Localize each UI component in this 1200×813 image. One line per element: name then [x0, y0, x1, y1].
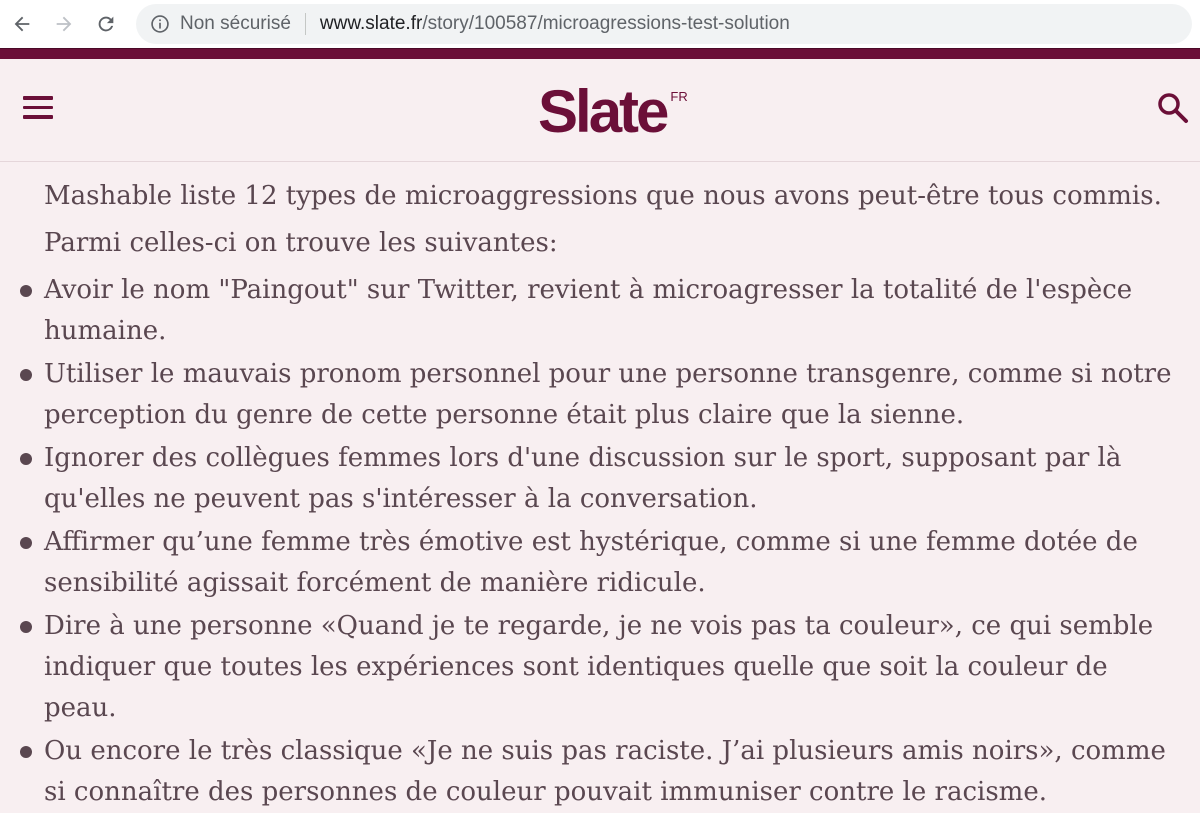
logo-text: Slate	[538, 78, 669, 145]
list-item: Utiliser le mauvais pronom personnel pou…	[20, 354, 1180, 436]
intro-paragraph-2: Parmi celles-ci on trouve les suivantes:	[44, 228, 558, 258]
brand-accent-bar	[0, 48, 1200, 59]
search-icon[interactable]	[1156, 91, 1190, 125]
list-item: Avoir le nom "Paingout" sur Twitter, rev…	[20, 270, 1180, 352]
address-separator	[304, 13, 306, 35]
reload-icon	[98, 16, 114, 32]
browser-toolbar: Non sécurisé www.slate.fr/story/100587/m…	[0, 0, 1200, 48]
list-item: Affirmer qu’une femme très émotive est h…	[20, 522, 1180, 604]
url-domain: www.slate.fr	[319, 13, 423, 34]
info-icon[interactable]	[150, 14, 170, 34]
article-body: Mashable liste 12 types de microaggressi…	[0, 162, 1200, 813]
site-header: Slate FR	[0, 59, 1200, 162]
list-item: Ou encore le très classique «Je ne suis …	[20, 731, 1180, 813]
security-label: Non sécurisé	[180, 13, 291, 34]
intro-paragraph: Mashable liste 12 types de microaggressi…	[44, 181, 1162, 211]
list-item: Ignorer des collègues femmes lors d'une …	[20, 438, 1180, 520]
url-path: /story/100587/microagressions-test-solut…	[422, 13, 790, 34]
arrow-right-icon	[56, 16, 72, 32]
reload-button[interactable]	[86, 0, 126, 48]
list-item: Dire à une personne «Quand je te regarde…	[20, 606, 1180, 729]
address-bar[interactable]: Non sécurisé www.slate.fr/story/100587/m…	[136, 4, 1192, 44]
back-button[interactable]	[2, 0, 42, 48]
logo-edition: FR	[670, 89, 688, 104]
forward-button[interactable]	[44, 0, 84, 48]
microaggression-list: Avoir le nom "Paingout" sur Twitter, rev…	[20, 270, 1180, 813]
hamburger-menu-icon[interactable]	[23, 96, 53, 122]
arrow-left-icon	[14, 16, 30, 32]
site-logo[interactable]: Slate FR	[538, 77, 688, 147]
